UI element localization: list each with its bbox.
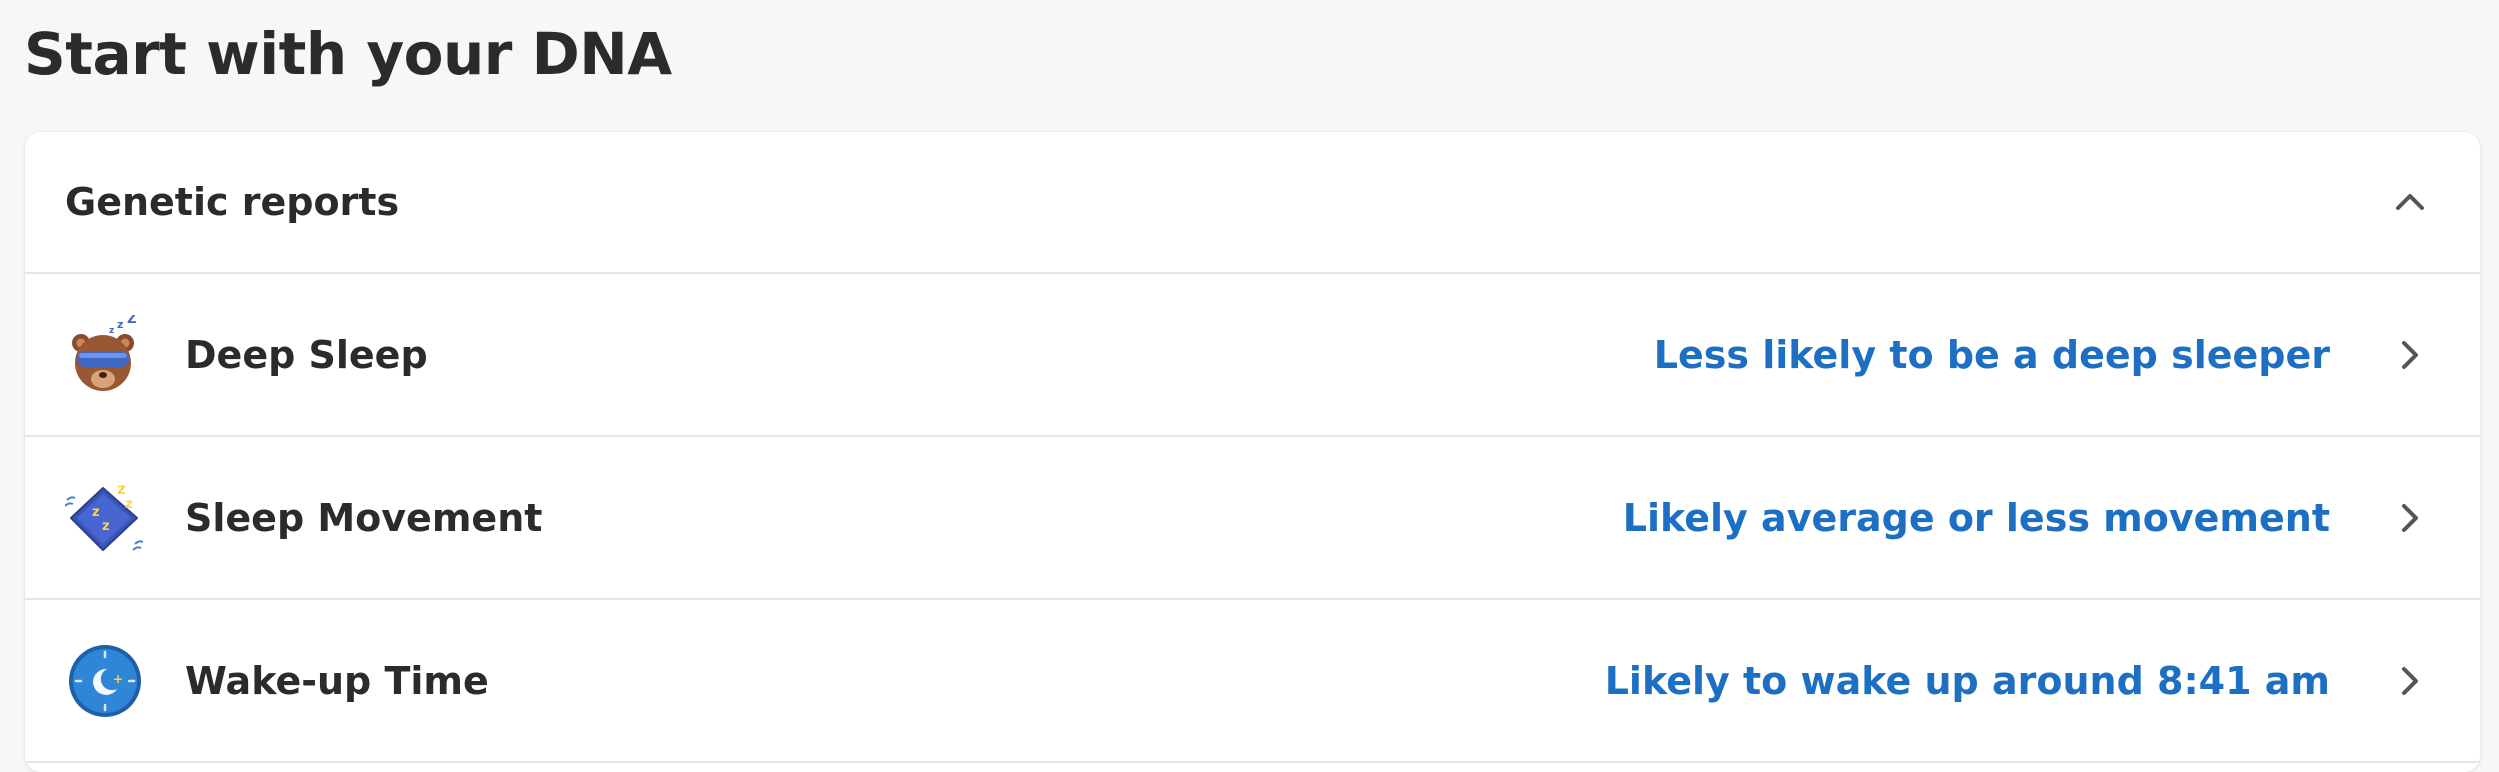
svg-text:z: z (102, 519, 110, 534)
sleeping-bear-icon: z z Z (72, 315, 136, 391)
report-row-sleep-movement[interactable]: z z z z Sleep Movement Likely average or… (25, 437, 2480, 600)
genetic-reports-header[interactable]: Genetic reports (25, 132, 2480, 274)
report-result: Likely average or less movement (1622, 495, 2330, 540)
svg-text:z: z (117, 480, 126, 498)
svg-text:z: z (125, 497, 133, 512)
chevron-right-icon[interactable] (2390, 498, 2430, 538)
sleeping-pillow-icon: z z z z (65, 480, 144, 551)
chevron-right-icon[interactable] (2390, 661, 2430, 701)
svg-text:z: z (109, 326, 114, 336)
page-title: Start with your DNA (24, 20, 672, 88)
chevron-right-icon[interactable] (2390, 335, 2430, 375)
report-title: Deep Sleep (185, 332, 428, 377)
report-row-deep-sleep[interactable]: z z Z Deep Sleep Less likely to be a dee… (25, 274, 2480, 437)
svg-text:Z: Z (127, 315, 136, 327)
report-row-wake-up-time[interactable]: + Wake-up Time Likely to wake up around … (25, 600, 2480, 763)
svg-text:z: z (92, 505, 100, 520)
chevron-up-icon[interactable] (2390, 182, 2430, 222)
report-result: Likely to wake up around 8:41 am (1604, 658, 2330, 703)
card-title: Genetic reports (65, 180, 400, 224)
report-title: Wake-up Time (185, 658, 489, 703)
svg-text:z: z (117, 318, 123, 331)
genetic-reports-card: Genetic reports z z Z Deep Sleep Less li… (25, 132, 2480, 772)
report-title: Sleep Movement (185, 495, 543, 540)
svg-text:+: + (113, 672, 123, 686)
night-clock-icon: + (69, 644, 141, 717)
report-result: Less likely to be a deep sleeper (1653, 332, 2330, 377)
